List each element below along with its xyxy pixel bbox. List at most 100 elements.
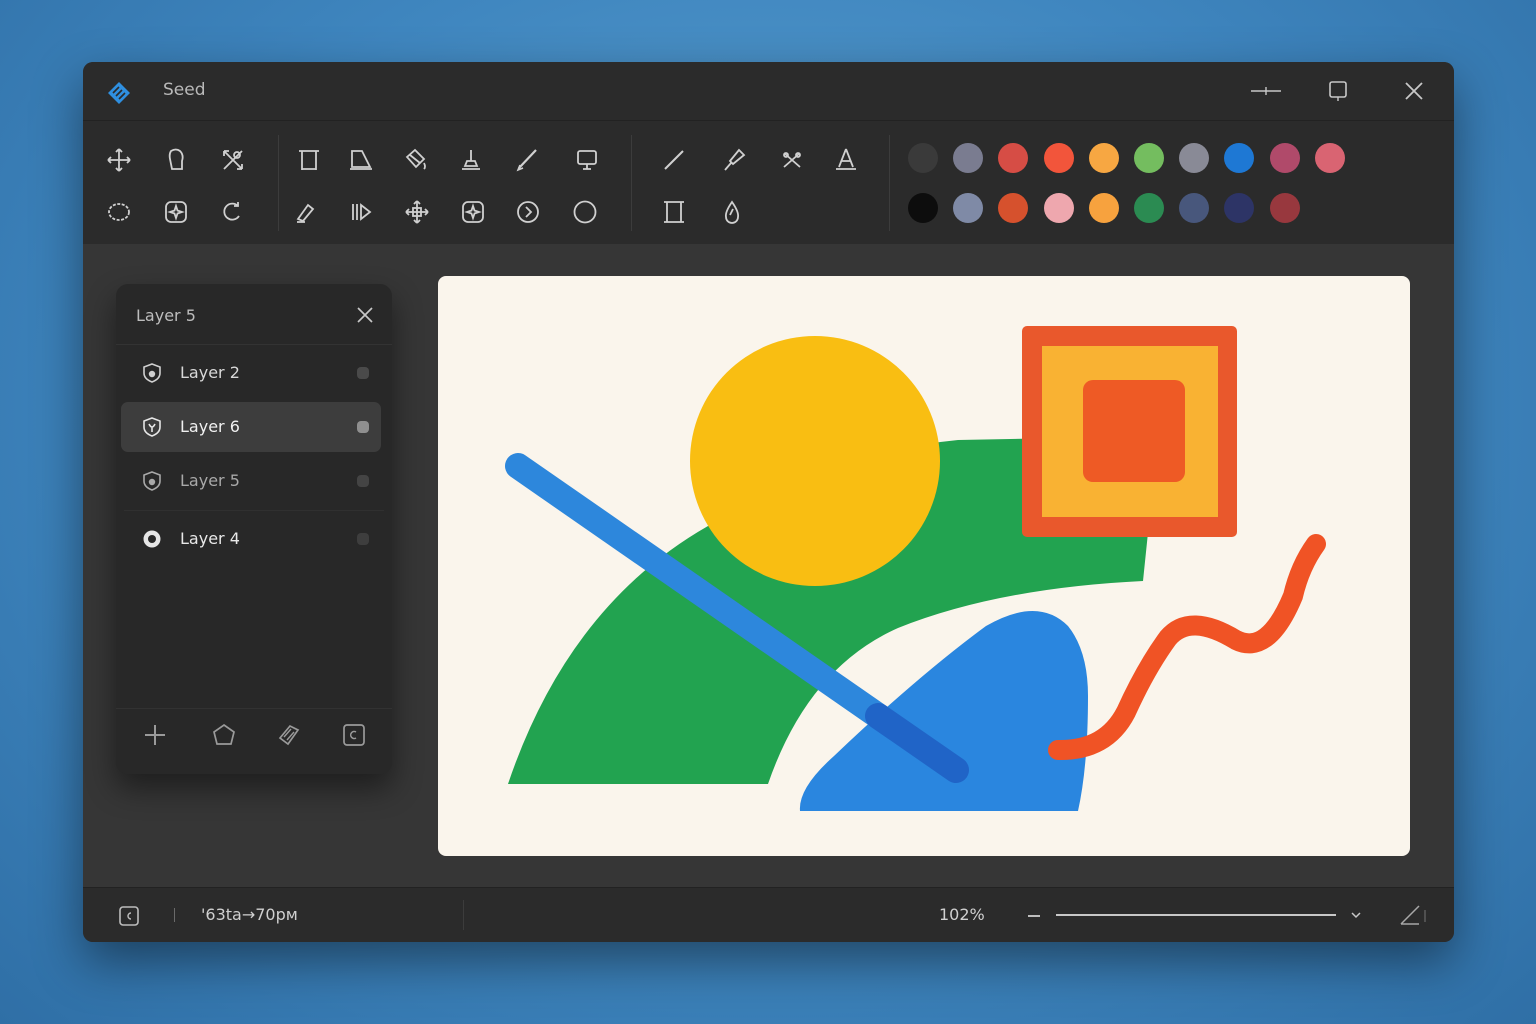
color-swatch[interactable]: [1179, 193, 1210, 223]
stamp-tool[interactable]: [454, 143, 488, 177]
duplicate-layer-button[interactable]: [336, 717, 372, 753]
layer-name: Layer 4: [180, 529, 240, 548]
zoom-slider[interactable]: [1056, 914, 1336, 916]
circle-tool[interactable]: [568, 195, 602, 229]
rotate-tool[interactable]: [216, 195, 250, 229]
layer-visibility-toggle[interactable]: [357, 533, 369, 545]
stamp-icon: [462, 150, 480, 170]
color-swatch[interactable]: [1179, 143, 1210, 173]
arrange-tool[interactable]: [400, 195, 434, 229]
color-swatch[interactable]: [1224, 143, 1255, 173]
minimize-button[interactable]: [1249, 76, 1283, 106]
text-path-tool[interactable]: [829, 143, 863, 177]
move-tool[interactable]: [102, 143, 136, 177]
close-button[interactable]: [1397, 76, 1431, 106]
transform-icon: [223, 150, 243, 170]
pen-icon: [724, 148, 746, 171]
color-swatch[interactable]: [998, 143, 1029, 173]
color-swatch[interactable]: [953, 143, 984, 173]
color-swatch[interactable]: [953, 193, 984, 223]
brush-icon: [516, 149, 537, 172]
layer-row-layer-6[interactable]: Layer 6: [121, 402, 381, 452]
drawing-canvas[interactable]: [438, 276, 1410, 856]
layer-circle-icon: [143, 530, 161, 548]
play-circle-tool[interactable]: [511, 195, 545, 229]
zoom-level: 102%: [939, 905, 985, 924]
shape-layer-button[interactable]: [206, 717, 242, 753]
plus-icon: [145, 725, 165, 745]
color-swatch[interactable]: [1224, 193, 1255, 223]
perspective-tool[interactable]: [344, 143, 378, 177]
crop-icon: [299, 150, 319, 170]
chevron-down-icon[interactable]: [1349, 908, 1363, 922]
color-swatch[interactable]: [908, 143, 938, 173]
link-layer-button[interactable]: [271, 717, 307, 753]
layer-visibility-toggle[interactable]: [357, 475, 369, 487]
transform-tool[interactable]: [216, 143, 250, 177]
layer-row-layer-2[interactable]: Layer 2: [121, 348, 381, 398]
close-icon: [357, 307, 373, 323]
zoom-out-icon[interactable]: [1028, 915, 1040, 917]
magic-wand-icon: [165, 201, 187, 223]
rectangle-icon: [664, 201, 684, 223]
text-path-icon: [836, 148, 856, 170]
duplicate-icon: [343, 724, 365, 746]
ellipse-select-icon: [108, 203, 130, 221]
scissors-tool[interactable]: [775, 143, 809, 177]
panel-title: Layer 5: [136, 306, 196, 325]
color-swatch[interactable]: [1134, 193, 1164, 223]
yellow-circle-shape: [690, 336, 940, 586]
color-swatch[interactable]: [1088, 143, 1119, 173]
pen-tool[interactable]: [717, 143, 751, 177]
color-swatch[interactable]: [1043, 193, 1074, 223]
app-title: Seed: [163, 80, 206, 100]
color-swatch[interactable]: [1088, 193, 1119, 223]
crop-tool[interactable]: [292, 143, 326, 177]
fill-bucket-tool[interactable]: [398, 143, 432, 177]
status-bar: '63ta→70pм 102%: [83, 887, 1454, 942]
ellipse-select-tool[interactable]: [102, 195, 136, 229]
pentagon-icon: [213, 723, 235, 745]
lasso-tool[interactable]: [159, 143, 193, 177]
layer-visibility-toggle[interactable]: [357, 421, 369, 433]
resize-grip-icon[interactable]: [1397, 902, 1427, 928]
play-circle-icon: [517, 201, 539, 223]
layer-name: Layer 6: [180, 417, 240, 436]
move-icon: [107, 148, 131, 172]
panel-close-button[interactable]: [352, 302, 378, 328]
toolbar: [83, 120, 1454, 245]
color-swatch[interactable]: [908, 193, 938, 223]
line-tool[interactable]: [657, 143, 691, 177]
layer-row-layer-5[interactable]: Layer 5: [121, 456, 381, 506]
color-swatch[interactable]: [1043, 143, 1074, 173]
brush-tool[interactable]: [510, 143, 544, 177]
drop-tool[interactable]: [715, 195, 749, 229]
maximize-icon: [1329, 81, 1347, 101]
lasso-icon: [168, 148, 184, 170]
frame-tool[interactable]: [570, 143, 604, 177]
color-swatch[interactable]: [1314, 143, 1345, 173]
color-swatch[interactable]: [1269, 143, 1300, 173]
gradient-tool[interactable]: [344, 195, 378, 229]
gradient-icon: [352, 203, 372, 221]
layer-row-layer-4[interactable]: Layer 4: [121, 514, 381, 564]
arrange-icon: [405, 200, 429, 224]
layer-visibility-toggle[interactable]: [357, 367, 369, 379]
eraser-tool[interactable]: [288, 195, 322, 229]
artwork: [505, 326, 1326, 811]
clone-tool[interactable]: [456, 195, 490, 229]
add-layer-button[interactable]: [137, 717, 173, 753]
canvas-settings-button[interactable]: [117, 904, 141, 928]
rectangle-tool[interactable]: [657, 195, 691, 229]
color-swatch[interactable]: [1134, 143, 1164, 173]
color-swatch[interactable]: [998, 193, 1029, 223]
color-swatch[interactable]: [1269, 193, 1300, 223]
perspective-icon: [350, 150, 372, 170]
layer-name: Layer 5: [180, 471, 240, 490]
eraser-icon: [296, 203, 315, 223]
maximize-button[interactable]: [1321, 76, 1355, 106]
magic-wand-tool[interactable]: [159, 195, 193, 229]
canvas-icon: [119, 906, 139, 926]
line-icon: [664, 150, 684, 170]
rotate-icon: [223, 202, 240, 221]
